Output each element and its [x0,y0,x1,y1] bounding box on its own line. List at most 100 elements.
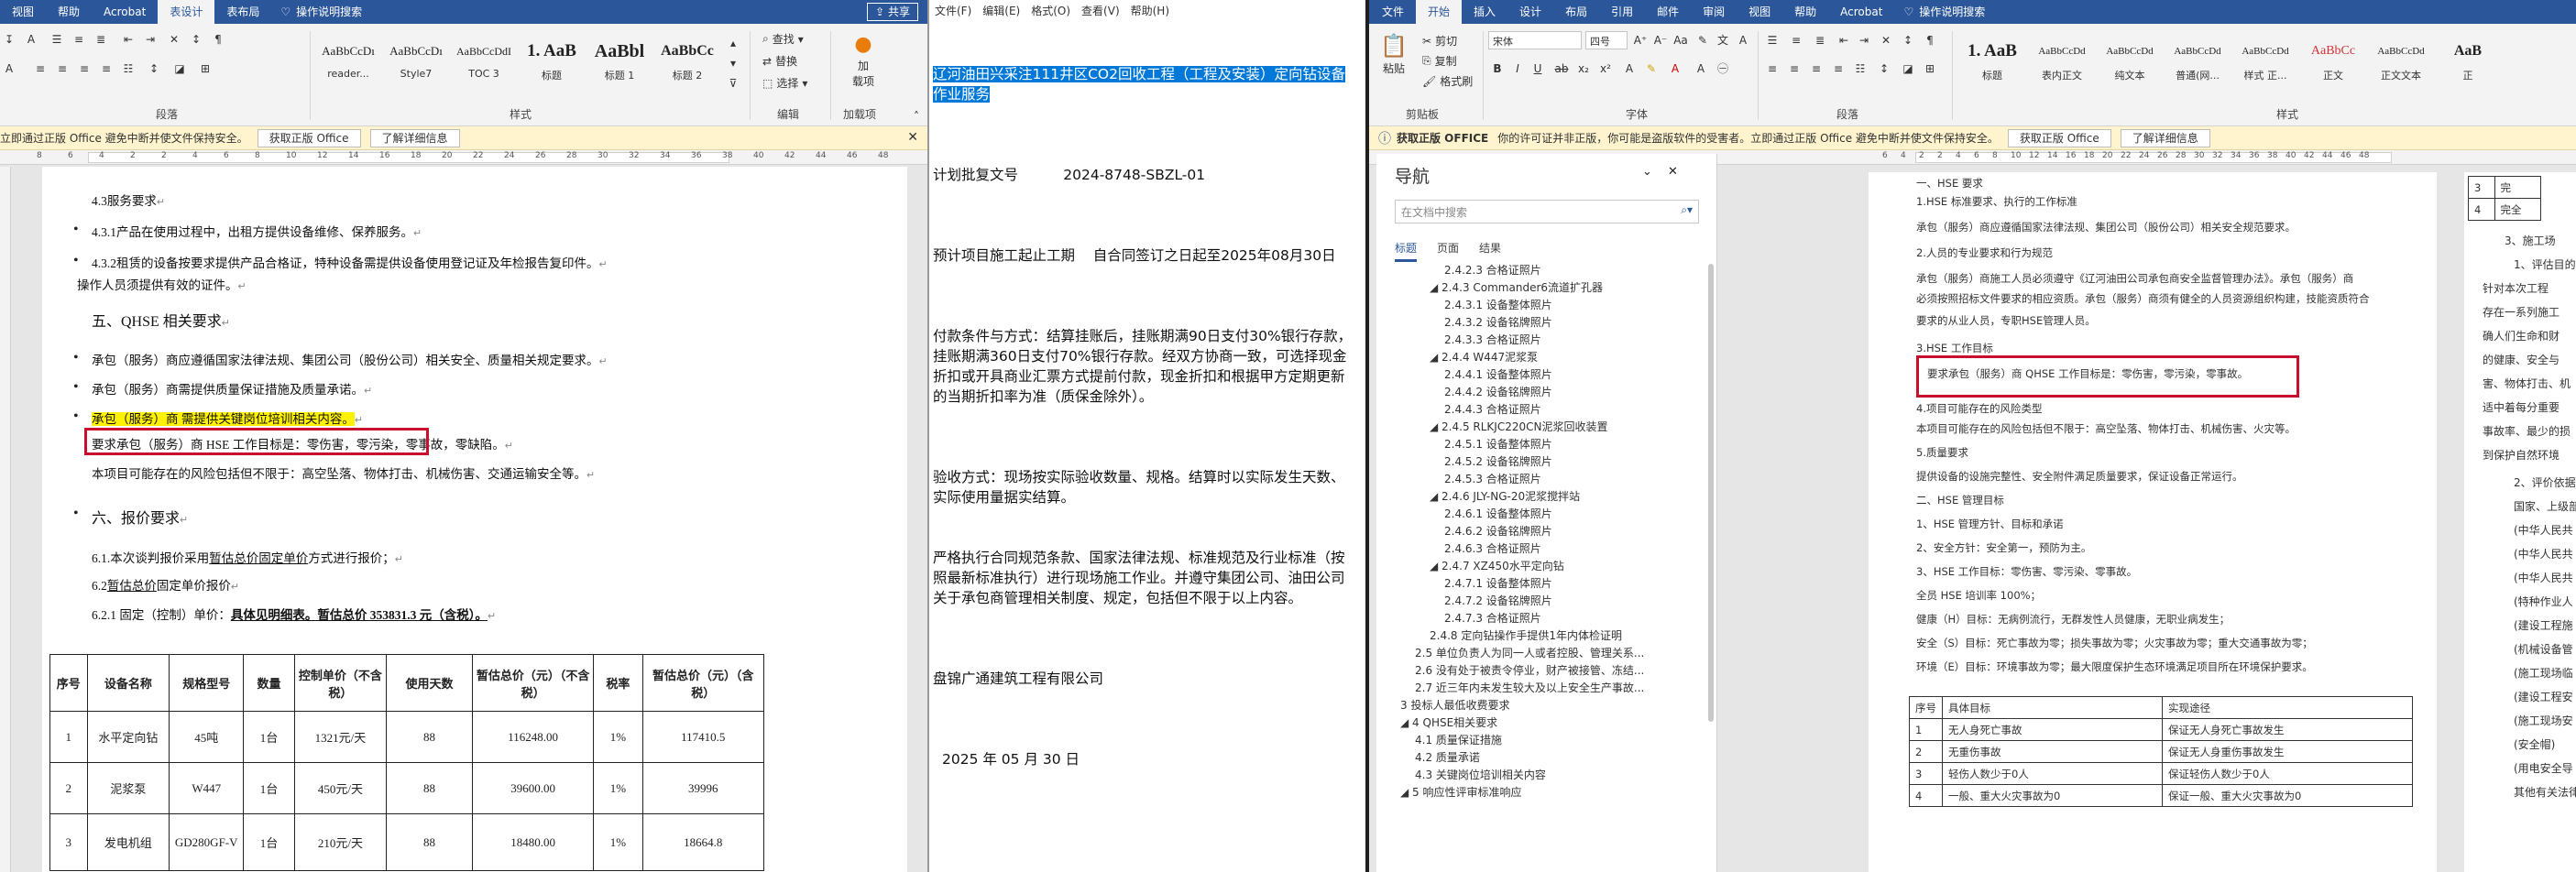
align-left-icon[interactable]: ≡ [31,60,49,77]
menu-help[interactable]: 帮助 [1782,0,1828,24]
menu-review[interactable]: 审阅 [1691,0,1737,24]
menu-file[interactable]: 文件(F) [929,3,977,18]
style-toc3[interactable]: AaBbCcDdI TOC 3 [451,35,517,92]
learn-more-button[interactable]: 了解详细信息 [2120,128,2210,147]
number-list-icon[interactable]: ≡ [70,31,88,48]
get-genuine-office-button[interactable]: 获取正版 Office [2007,128,2111,147]
select-button[interactable]: ⬚ 选择 ▾ [762,75,807,91]
nav-heading-item[interactable]: 2.7 近三年内未发生较大及以上安全生产事故... [1386,680,1714,697]
menu-design[interactable]: 设计 [1507,0,1553,24]
close-icon[interactable]: ✕ [907,130,918,145]
nav-heading-item[interactable]: 2.4.2.3 合格证照片 [1386,262,1714,279]
nav-heading-item[interactable]: 2.4.8 定向钻操作手提供1年内体检证明 [1386,627,1714,645]
menu-layout[interactable]: 布局 [1553,0,1599,24]
nav-heading-item[interactable]: 4.3 关键岗位培训相关内容 [1386,767,1714,784]
menu-format[interactable]: 格式(O) [1025,3,1076,18]
menu-mailings[interactable]: 邮件 [1645,0,1691,24]
style-partial[interactable]: AaB 正 [2436,35,2500,92]
align-right-icon[interactable]: ≡ [75,60,93,77]
gallery-up-icon[interactable]: ▴ [724,35,742,51]
align-center-icon[interactable]: ≡ [53,60,71,77]
style-title[interactable]: 1. AaB 标题 [1957,35,2027,92]
number-list-icon[interactable]: ≡ [1787,32,1805,49]
subscript-icon[interactable]: x₂ [1574,60,1593,77]
chinese-layout-icon[interactable]: ✕ [165,31,183,48]
document-page[interactable]: 一、HSE 要求 1.HSE 标准要求、执行的工作标准 承包（服务）商应遵循国家… [1869,172,2437,872]
search-icon[interactable]: ⌕▾ [1681,203,1693,217]
menu-insert[interactable]: 插入 [1462,0,1507,24]
style-body-variant[interactable]: AaBbCcDd 样式 正... [2232,35,2298,92]
nav-heading-item[interactable]: 2.4.3.3 合格证照片 [1386,332,1714,349]
tell-me-search[interactable]: ♡ 操作说明搜索 [1894,0,1997,24]
nav-heading-item[interactable]: 2.4.7.3 合格证照片 [1386,610,1714,627]
style-style7[interactable]: AaBbCcDı Style7 [383,35,449,92]
nav-heading-item[interactable]: ◢ 2.4.4 W447泥浆泵 [1386,349,1714,366]
borders-icon[interactable]: ⊞ [1921,60,1939,77]
nav-heading-item[interactable]: 2.4.6.2 设备铭牌照片 [1386,523,1714,540]
price-table[interactable]: 序号 设备名称 规格型号 数量 控制单价（不含税） 使用天数 暂估总价（元）（不… [49,654,765,871]
highlight-icon[interactable]: ✎ [1642,60,1661,77]
italic-icon[interactable]: I [1508,60,1527,77]
share-button[interactable]: ⇪ 共享 [867,3,918,21]
horizontal-ruler[interactable]: 8 6 4 2 2 4 6 8 10 12 14 16 18 20 22 24 26 28 30 32 34 36 38 40… [0,150,927,165]
decrease-indent-icon[interactable]: ⇤ [1835,32,1853,49]
style-body-text[interactable]: AaBbCcDd 正文文本 [2368,35,2434,92]
nav-search-input[interactable]: 在文档中搜索 ⌕▾ [1395,200,1699,223]
distribute-icon[interactable]: ☷ [1851,60,1869,77]
nav-close-icon[interactable]: ✕ [1668,165,1678,179]
char-shading-icon[interactable]: A [1692,60,1710,77]
nav-heading-item[interactable]: 2.4.7.1 设备整体照片 [1386,575,1714,593]
replace-button[interactable]: ⇄ 替换 [762,53,797,69]
menu-acrobat[interactable]: Acrobat [92,0,158,24]
addins-button[interactable]: ● 加 载项 [852,33,874,89]
nav-heading-item[interactable]: 2.4.3.2 设备铭牌照片 [1386,314,1714,332]
distribute-icon[interactable]: ☷ [119,60,137,77]
nav-heading-item[interactable]: ◢ 4 QHSE相关要求 [1386,714,1714,732]
font-color-icon[interactable]: A [0,60,18,77]
bold-icon[interactable]: B [1488,60,1507,77]
gallery-down-icon[interactable]: ▾ [724,55,742,71]
font-color-icon[interactable]: A [1666,60,1684,77]
bullet-list-icon[interactable]: ☰ [48,31,66,48]
show-marks-icon[interactable]: ¶ [209,31,227,48]
nav-scrollbar[interactable] [1708,264,1714,722]
font-name-box[interactable]: 宋体 [1488,31,1582,49]
cut-button[interactable]: ✂ 剪切 [1422,33,1457,49]
nav-options-icon[interactable]: ⌄ [1642,165,1652,179]
tab-results[interactable]: 结果 [1479,240,1501,262]
menu-view[interactable]: 查看(V) [1076,3,1125,18]
nav-heading-item[interactable]: 2.4.4.3 合格证照片 [1386,401,1714,419]
copy-button[interactable]: ⎘ 复制 [1422,53,1457,69]
nav-heading-item[interactable]: 4.2 质量承诺 [1386,749,1714,767]
decrease-indent-icon[interactable]: ⇤ [119,31,137,48]
style-heading2[interactable]: AaBbCc 标题 2 [654,35,720,92]
align-right-icon[interactable]: ≡ [1807,60,1825,77]
bullet-list-icon[interactable]: ☰ [1763,32,1781,49]
line-spacing-icon[interactable]: ↕ [145,60,163,77]
find-button[interactable]: ⌕ 查找 ▾ [762,31,804,47]
menu-references[interactable]: 引用 [1599,0,1645,24]
justify-icon[interactable]: ≡ [97,60,115,77]
menu-home[interactable]: 开始 [1416,0,1463,24]
nav-heading-item[interactable]: 4.1 质量保证措施 [1386,732,1714,749]
style-title[interactable]: 1. AaB 标题 [519,35,585,92]
nav-heading-item[interactable]: 2.4.7.2 设备铭牌照片 [1386,593,1714,610]
vertical-ruler[interactable] [0,167,11,872]
clear-format-icon[interactable]: ✎ [1694,32,1712,49]
increase-indent-icon[interactable]: ⇥ [1855,32,1873,49]
text-effects-icon[interactable]: A [1620,60,1639,77]
style-plain-text[interactable]: AaBbCcDd 纯文本 [2097,35,2163,92]
menu-view[interactable]: 视图 [1737,0,1782,24]
menu-acrobat[interactable]: Acrobat [1828,0,1894,24]
goals-table[interactable]: 序号 具体目标 实现途径 1 无人身死亡事故 保证无人身死亡事故发生 2 无重伤… [1909,696,2413,807]
nav-heading-item[interactable]: 2.4.6.1 设备整体照片 [1386,506,1714,523]
enclose-char-icon[interactable]: ㊀ [1714,60,1732,77]
nav-heading-item[interactable]: ◢ 5 响应性评审标准响应 [1386,784,1714,801]
nav-heading-item[interactable]: 2.4.3.1 设备整体照片 [1386,297,1714,314]
nav-heading-item[interactable]: 2.4.4.2 设备铭牌照片 [1386,384,1714,401]
nav-heading-item[interactable]: 2.4.6.3 合格证照片 [1386,540,1714,558]
menu-help[interactable]: 帮助 [46,0,92,24]
nav-heading-tree[interactable]: 2.4.2.3 合格证照片 ◢ 2.4.3 Commander6流道扩孔器 2.4.… [1386,262,1714,867]
gallery-more-icon[interactable]: ⊽ [724,75,742,92]
menu-table-layout[interactable]: 表布局 [214,0,271,24]
